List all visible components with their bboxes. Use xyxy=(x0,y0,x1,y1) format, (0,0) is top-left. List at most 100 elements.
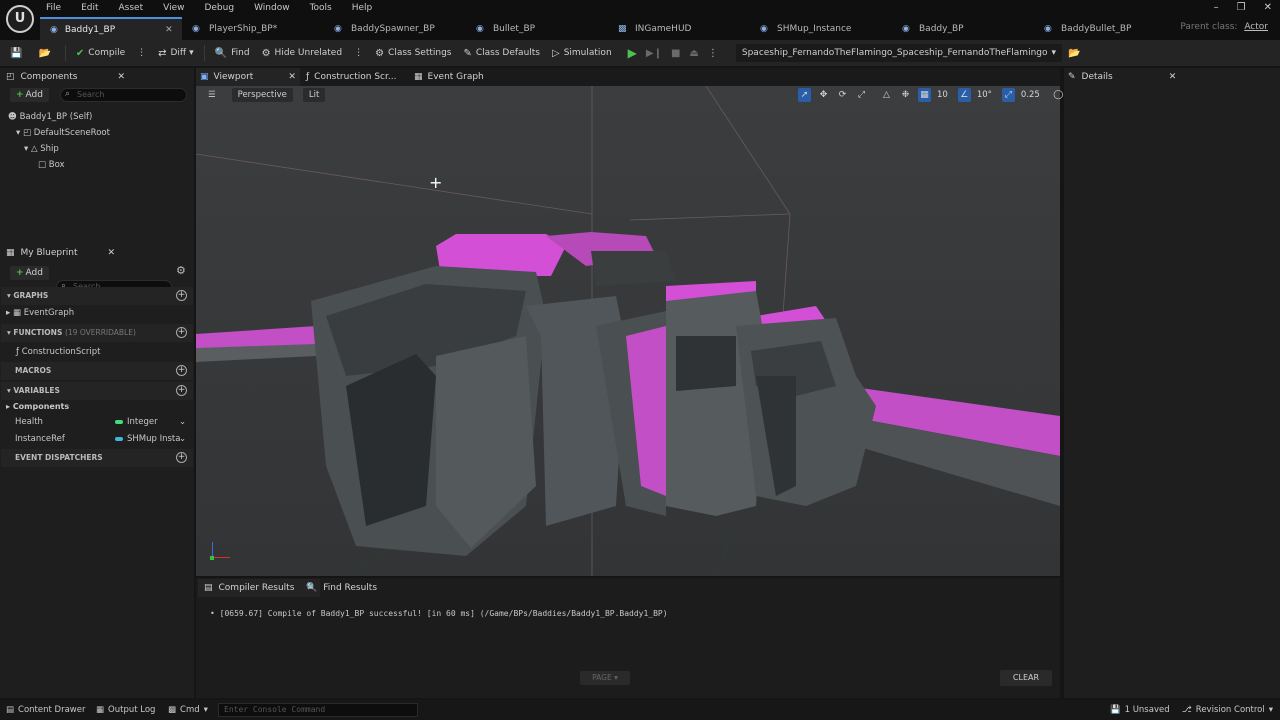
chevron-down-icon[interactable]: ⌄ xyxy=(179,431,186,447)
restore-icon[interactable]: ❐ xyxy=(1237,2,1246,13)
simulation-button[interactable]: ▷ Simulation xyxy=(546,40,618,66)
eject-icon[interactable]: ⏏ xyxy=(689,48,698,59)
add-variable-icon[interactable]: + xyxy=(176,385,187,396)
cmd-select[interactable]: ▩ Cmd ▾ xyxy=(168,700,208,720)
minimize-icon[interactable]: – xyxy=(1214,2,1219,13)
construction-script-item[interactable]: ƒ ConstructionScript xyxy=(16,344,100,360)
add-macro-icon[interactable]: + xyxy=(176,365,187,376)
tab-viewport[interactable]: ▣ Viewport ✕ xyxy=(196,68,300,86)
viewport-3d[interactable] xyxy=(196,86,1060,576)
close-icon[interactable]: ✕ xyxy=(165,25,173,35)
class-settings-button[interactable]: ⚙ Class Settings xyxy=(369,40,457,66)
tab-compiler-results[interactable]: ▤ Compiler Results ✕ xyxy=(198,579,320,597)
components-tab[interactable]: ◰ Components ✕ xyxy=(6,68,125,86)
find-button[interactable]: 🔍 Find xyxy=(209,40,256,66)
tab-shmup-instance[interactable]: ◉ SHMup_Instance xyxy=(750,17,892,40)
macros-section[interactable]: MACROS + xyxy=(1,362,193,380)
tab-baddy1-bp[interactable]: ◉ Baddy1_BP ✕ xyxy=(40,17,182,40)
components-search-input[interactable]: Search xyxy=(60,88,187,102)
scale-snap-icon[interactable]: ⤢ xyxy=(1001,88,1015,102)
surface-snap-icon[interactable]: △ xyxy=(880,88,893,102)
my-blueprint-tab[interactable]: ▦ My Blueprint ✕ xyxy=(6,244,115,262)
chevron-down-icon[interactable]: ⌄ xyxy=(179,414,186,430)
output-log-button[interactable]: ▦ Output Log xyxy=(96,700,155,720)
add-member-button[interactable]: + Add xyxy=(10,266,49,280)
details-tab[interactable]: ✎ Details ✕ xyxy=(1068,68,1176,86)
functions-section[interactable]: ▾ FUNCTIONS (19 OVERRIDABLE) + xyxy=(1,324,193,342)
close-icon[interactable]: ✕ xyxy=(108,244,116,262)
class-defaults-button[interactable]: ✎ Class Defaults xyxy=(457,40,546,66)
world-local-icon[interactable]: ❉ xyxy=(899,88,912,102)
tree-item-default-scene-root[interactable]: ▾ ◰ DefaultSceneRoot xyxy=(6,125,194,141)
unreal-logo-icon[interactable]: U xyxy=(6,5,34,33)
compile-options-icon[interactable]: ⋮ xyxy=(131,40,152,66)
save-button[interactable]: 💾 xyxy=(0,40,32,66)
menu-asset[interactable]: Asset xyxy=(109,0,154,16)
menu-file[interactable]: File xyxy=(36,0,71,16)
perspective-button[interactable]: Perspective xyxy=(231,88,293,102)
components-category[interactable]: ▸ Components xyxy=(6,399,69,415)
debug-object-select[interactable]: Spaceship_FernandoTheFlamingo_Spaceship_… xyxy=(735,44,1063,62)
page-select[interactable]: PAGE ▾ xyxy=(580,671,630,685)
tab-baddyspawner-bp[interactable]: ◉ BaddySpawner_BP xyxy=(324,17,466,40)
close-window-icon[interactable]: ✕ xyxy=(1264,2,1272,13)
parent-class-link[interactable]: Actor xyxy=(1244,22,1268,32)
tab-baddy-bp[interactable]: ◉ Baddy_BP xyxy=(892,17,1034,40)
event-dispatchers-section[interactable]: EVENT DISPATCHERS + xyxy=(1,449,193,467)
compile-button[interactable]: ✔ Compile xyxy=(70,40,131,66)
tree-item-self[interactable]: ☻ Baddy1_BP (Self) xyxy=(6,109,194,125)
tab-ingamehud[interactable]: ▩ INGameHUD xyxy=(608,17,750,40)
scale-snap-value[interactable]: 0.25 xyxy=(1021,90,1040,100)
tree-item-ship[interactable]: ▾ △ Ship xyxy=(6,141,194,157)
close-icon[interactable]: ✕ xyxy=(1169,68,1177,86)
event-graph-item[interactable]: ▸ ▦ EventGraph xyxy=(6,305,74,321)
tab-baddybullet-bp[interactable]: ◉ BaddyBullet_BP xyxy=(1034,17,1176,40)
add-dispatcher-icon[interactable]: + xyxy=(176,452,187,463)
play-options-icon[interactable]: ⋮ xyxy=(708,48,718,59)
menu-help[interactable]: Help xyxy=(342,0,383,16)
menu-tools[interactable]: Tools xyxy=(300,0,342,16)
revision-control-button[interactable]: ⎇ Revision Control ▾ xyxy=(1182,700,1273,720)
lit-button[interactable]: Lit xyxy=(302,88,326,102)
translate-icon[interactable]: ✥ xyxy=(817,88,830,102)
tree-item-box[interactable]: □ Box xyxy=(6,157,194,173)
menu-edit[interactable]: Edit xyxy=(71,0,108,16)
settings-gear-icon[interactable]: ⚙ xyxy=(176,264,186,277)
menu-view[interactable]: View xyxy=(153,0,194,16)
debug-browse-button[interactable]: 📂 xyxy=(1062,40,1090,66)
unsaved-button[interactable]: 💾 1 Unsaved xyxy=(1110,700,1170,720)
tab-event-graph[interactable]: ▦ Event Graph xyxy=(414,68,484,86)
stop-icon[interactable]: ■ xyxy=(671,48,680,59)
browse-button[interactable]: 📂 xyxy=(32,40,60,66)
tab-bullet-bp[interactable]: ◉ Bullet_BP xyxy=(466,17,608,40)
menu-debug[interactable]: Debug xyxy=(194,0,244,16)
hamburger-menu-icon[interactable]: ☰ xyxy=(202,88,222,102)
add-function-icon[interactable]: + xyxy=(176,327,187,338)
camera-speed-icon[interactable]: ◯ xyxy=(1052,88,1065,102)
grid-snap-icon[interactable]: ▦ xyxy=(918,88,931,102)
graphs-section[interactable]: ▾ GRAPHS + xyxy=(1,287,193,305)
content-drawer-button[interactable]: ▤ Content Drawer xyxy=(6,700,85,720)
add-component-button[interactable]: + Add xyxy=(10,88,49,102)
clear-button[interactable]: CLEAR xyxy=(1000,670,1052,686)
select-cursor-icon[interactable]: ➚ xyxy=(798,88,811,102)
close-icon[interactable]: ✕ xyxy=(288,68,296,86)
play-icon[interactable]: ▶ xyxy=(628,46,637,60)
menu-window[interactable]: Window xyxy=(244,0,300,16)
grid-snap-value[interactable]: 10 xyxy=(937,90,948,100)
scale-icon[interactable]: ⤢ xyxy=(855,88,868,102)
rotate-icon[interactable]: ⟳ xyxy=(836,88,849,102)
tab-construction-script[interactable]: ƒ Construction Scr... xyxy=(306,68,396,86)
variable-row[interactable]: InstanceRef SHMup Insta ⌄ xyxy=(15,431,191,447)
frame-skip-icon[interactable]: ▶❙ xyxy=(646,48,662,59)
hide-unrelated-button[interactable]: ⚙ Hide Unrelated xyxy=(256,40,348,66)
tab-find-results[interactable]: 🔍 Find Results xyxy=(306,579,377,597)
variable-row[interactable]: Health Integer ⌄ xyxy=(15,414,191,430)
rotation-snap-icon[interactable]: ∠ xyxy=(957,88,971,102)
console-command-input[interactable]: Enter Console Command xyxy=(218,703,418,717)
variables-section[interactable]: ▾ VARIABLES + xyxy=(1,382,193,400)
close-icon[interactable]: ✕ xyxy=(117,68,125,86)
diff-button[interactable]: ⇄ Diff ▾ xyxy=(152,40,200,66)
rotation-snap-value[interactable]: 10° xyxy=(977,90,992,100)
hide-options-icon[interactable]: ⋮ xyxy=(348,40,369,66)
